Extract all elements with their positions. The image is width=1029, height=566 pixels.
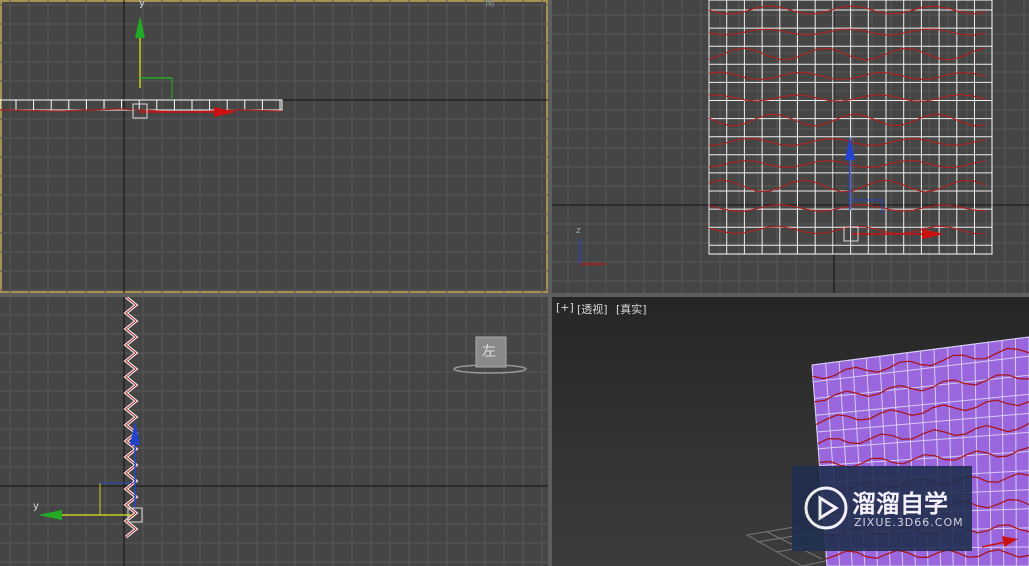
viewcube-label[interactable]: 南 bbox=[485, 0, 495, 9]
viewport-menu-view[interactable]: [透视] bbox=[577, 301, 608, 317]
top-view-canvas bbox=[0, 0, 548, 293]
viewport-left[interactable]: 左 y bbox=[0, 297, 548, 566]
watermark-brand: 溜溜自学 bbox=[852, 490, 948, 518]
axis-label-y: y bbox=[139, 0, 145, 9]
world-axis-tripod bbox=[579, 238, 606, 265]
viewport-menu-shading[interactable]: [真实] bbox=[616, 301, 647, 317]
plane-object-mesh[interactable] bbox=[708, 0, 993, 255]
left-view-canvas bbox=[0, 297, 548, 566]
plane-object-edge[interactable] bbox=[0, 99, 283, 113]
viewport-divider-vertical[interactable] bbox=[548, 0, 552, 566]
viewport-menu-plus[interactable]: [+] bbox=[556, 301, 574, 314]
watermark-panel: 溜溜自学 ZIXUE.3D66.COM bbox=[792, 466, 972, 551]
viewport-top[interactable]: y 南 bbox=[0, 0, 548, 293]
axis-label-z: z bbox=[576, 226, 581, 236]
watermark-url: ZIXUE.3D66.COM bbox=[854, 516, 964, 529]
axis-label-y: y bbox=[33, 501, 39, 512]
play-logo-icon bbox=[804, 486, 848, 530]
front-view-canvas bbox=[552, 0, 1029, 293]
viewport-front[interactable]: z bbox=[552, 0, 1029, 293]
viewcube-face-label[interactable]: 左 bbox=[482, 341, 496, 361]
viewport-divider-horizontal[interactable] bbox=[0, 293, 1029, 297]
transform-gizmo[interactable] bbox=[132, 16, 236, 119]
